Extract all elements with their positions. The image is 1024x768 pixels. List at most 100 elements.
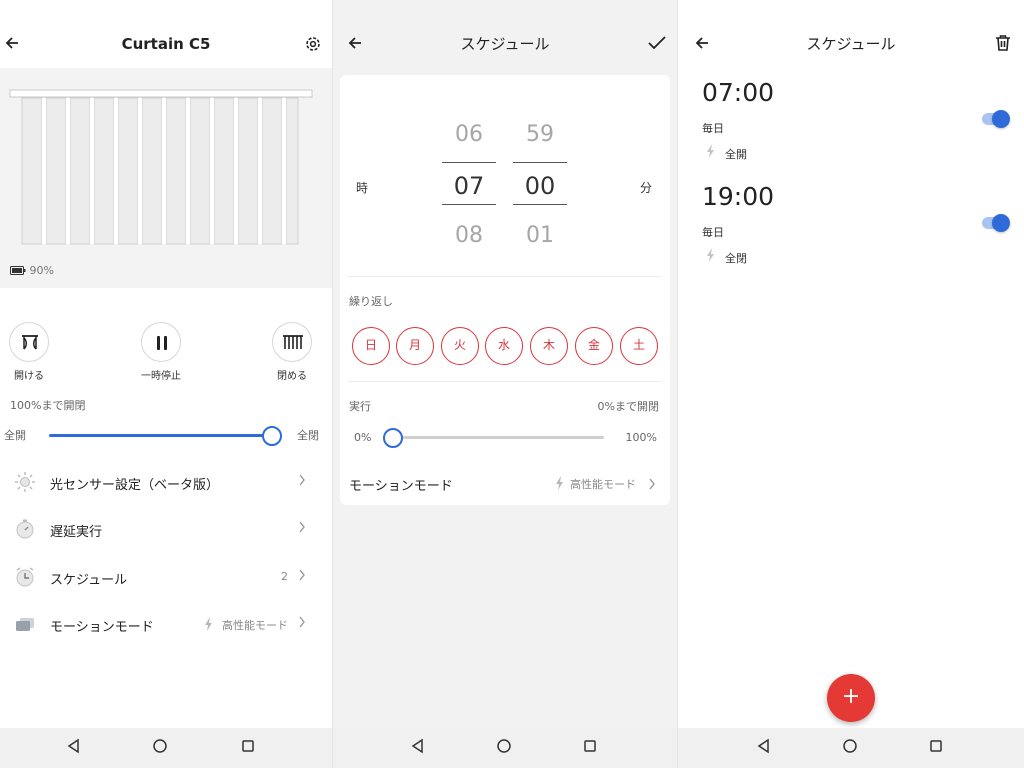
chevron-right-icon (299, 521, 305, 533)
schedule-repeat: 毎日 (702, 226, 724, 239)
hour-prev[interactable]: 06 (439, 122, 499, 147)
pause-icon (157, 336, 167, 350)
menu-label: 光センサー設定（ベータ版） (50, 478, 220, 493)
hour-next[interactable]: 08 (439, 223, 499, 248)
toggle-knob (992, 214, 1010, 232)
schedule-toggle[interactable] (980, 110, 1014, 128)
day-mon[interactable]: 月 (396, 327, 434, 365)
android-nav-bar (333, 728, 677, 768)
picker-line (513, 162, 567, 163)
day-thu[interactable]: 木 (530, 327, 568, 365)
gear-icon[interactable] (304, 35, 322, 53)
menu-motion-mode[interactable]: モーションモード 高性能モード (0, 602, 332, 646)
check-icon[interactable] (647, 34, 667, 52)
schedule-action: 全閉 (725, 252, 747, 265)
chevron-right-icon (299, 474, 305, 486)
open-label: 開ける (14, 371, 44, 382)
chevron-right-icon (299, 616, 305, 628)
open-button[interactable] (9, 322, 49, 362)
header: スケジュール (333, 0, 677, 68)
menu-schedule[interactable]: スケジュール 2 (0, 555, 332, 599)
action-slider-thumb[interactable] (383, 428, 403, 448)
lightning-icon (205, 617, 212, 631)
android-nav-bar (678, 728, 1024, 768)
schedule-item[interactable]: 19:00 毎日 全閉 (678, 180, 1024, 272)
minute-prev[interactable]: 59 (510, 122, 570, 147)
minute-selected[interactable]: 00 (510, 172, 570, 200)
position-label: 100%まで開閉 (10, 399, 86, 412)
header: Curtain C5 (0, 0, 332, 68)
menu-label: モーションモード (50, 620, 154, 635)
slider-max-label: 100% (625, 431, 657, 444)
device-panel: Curtain C5 90% 開ける 一時停止 閉める 100%まで開閉 全開 … (0, 0, 332, 768)
schedule-time: 19:00 (702, 182, 775, 211)
battery-level: 90% (29, 264, 54, 277)
divider (348, 381, 662, 382)
nav-home-icon[interactable] (842, 738, 858, 754)
hour-selected[interactable]: 07 (439, 172, 499, 200)
action-slider-track[interactable] (396, 436, 604, 439)
picker-line (442, 204, 496, 205)
minute-unit-label: 分 (640, 181, 653, 195)
nav-recents-icon[interactable] (582, 738, 598, 754)
trash-icon[interactable] (994, 34, 1012, 52)
motion-mode-value: 高性能モード (222, 619, 288, 632)
motion-mode-label: モーションモード (349, 479, 453, 494)
schedule-action: 全開 (725, 148, 747, 161)
sun-icon (15, 472, 35, 492)
close-button[interactable] (272, 322, 312, 362)
pause-button[interactable] (141, 322, 181, 362)
motion-mode-value: 高性能モード (570, 478, 636, 491)
position-slider-thumb[interactable] (262, 426, 282, 446)
nav-home-icon[interactable] (496, 738, 512, 754)
curtain-image (9, 89, 313, 245)
schedule-toggle[interactable] (980, 214, 1014, 232)
schedule-form-card: 時 分 06 07 08 59 00 01 繰り返し 日 月 火 水 木 金 土… (340, 75, 670, 505)
curtain-open-icon (22, 335, 38, 350)
day-sat[interactable]: 土 (620, 327, 658, 365)
clock-icon (16, 567, 34, 587)
picker-line (442, 162, 496, 163)
toggle-knob (992, 110, 1010, 128)
day-fri[interactable]: 金 (575, 327, 613, 365)
curtain-close-icon (283, 335, 303, 349)
motion-mode-row[interactable]: モーションモード 高性能モード (340, 463, 670, 503)
timer-icon (16, 519, 34, 539)
nav-back-icon[interactable] (66, 738, 82, 754)
nav-recents-icon[interactable] (928, 738, 944, 754)
add-schedule-button[interactable]: + (827, 674, 875, 722)
curtain-illustration (0, 68, 332, 288)
page-title: スケジュール (806, 35, 896, 53)
position-slider-track[interactable] (49, 434, 271, 437)
schedule-repeat: 毎日 (702, 122, 724, 135)
minute-next[interactable]: 01 (510, 223, 570, 248)
slider-min-label: 0% (354, 431, 372, 444)
page-title: スケジュール (460, 35, 550, 53)
menu-delay[interactable]: 遅延実行 (0, 507, 332, 551)
divider (348, 276, 662, 277)
nav-home-icon[interactable] (152, 738, 168, 754)
day-wed[interactable]: 水 (485, 327, 523, 365)
lightning-icon (707, 248, 714, 262)
action-value: 0%まで開閉 (597, 400, 659, 413)
nav-back-icon[interactable] (410, 738, 426, 754)
nav-recents-icon[interactable] (240, 738, 256, 754)
motion-mode-icon (16, 618, 34, 631)
battery-status: 90% (10, 265, 54, 277)
battery-icon (10, 266, 26, 275)
nav-back-icon[interactable] (756, 738, 772, 754)
repeat-label: 繰り返し (349, 295, 393, 308)
picker-line (513, 204, 567, 205)
menu-light-sensor[interactable]: 光センサー設定（ベータ版） (0, 460, 332, 504)
schedule-count: 2 (281, 570, 288, 583)
schedule-item[interactable]: 07:00 毎日 全開 (678, 76, 1024, 168)
slider-right-label: 全閉 (297, 429, 319, 442)
day-sun[interactable]: 日 (352, 327, 390, 365)
menu-label: 遅延実行 (50, 525, 103, 540)
action-label: 実行 (349, 400, 371, 413)
android-nav-bar (0, 728, 332, 768)
header: スケジュール (678, 0, 1024, 68)
day-tue[interactable]: 火 (441, 327, 479, 365)
chevron-right-icon (299, 569, 305, 581)
close-label: 閉める (277, 371, 307, 382)
